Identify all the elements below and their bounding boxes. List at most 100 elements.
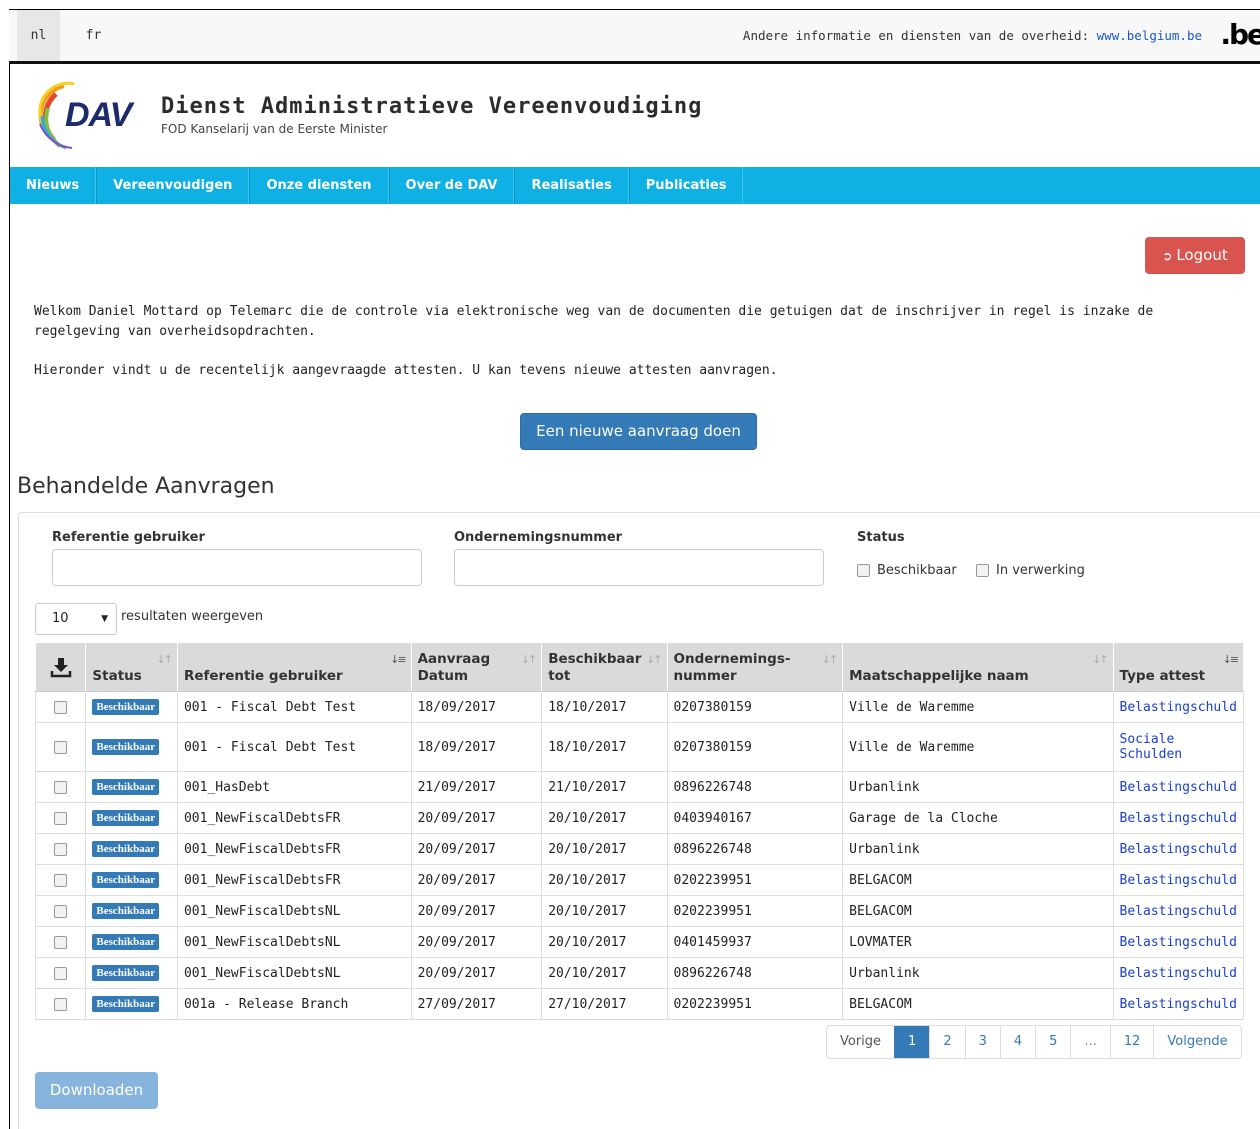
row-select-cell: [34, 833, 87, 865]
datum-cell: 20/09/2017: [410, 957, 543, 989]
table-row: Beschikbaar 001a - Release Branch 27/09/20…: [34, 988, 1245, 1020]
page-next[interactable]: Volgende: [1153, 1026, 1240, 1058]
requests-table: Status ↓↑ Referentie gebruiker ↓≡ Aanvraag…: [34, 642, 1245, 1020]
tot-cell: 21/10/2017: [541, 771, 668, 803]
site-subtitle: FOD Kanselarij van de Eerste Minister: [161, 122, 388, 136]
verwerking-checkbox[interactable]: [976, 564, 989, 577]
nav-realisaties[interactable]: Realisaties: [514, 167, 629, 204]
row-checkbox[interactable]: [54, 740, 68, 754]
datum-cell: 18/09/2017: [410, 691, 543, 723]
table-row: Beschikbaar 001_NewFiscalDebtsFR 20/09/201…: [34, 802, 1245, 834]
col-tot[interactable]: Beschikbaar tot ↓↑: [541, 642, 668, 692]
ref-filter-input[interactable]: [52, 549, 422, 586]
ond-filter-input[interactable]: [454, 549, 824, 586]
tot-cell: 20/10/2017: [541, 833, 668, 865]
col-status[interactable]: Status ↓↑: [85, 642, 178, 692]
site-title: Dienst Administratieve Vereenvoudiging: [161, 94, 703, 119]
type-attest-link[interactable]: Belastingschuld: [1120, 935, 1237, 950]
type-attest-link[interactable]: Belastingschuld: [1120, 873, 1237, 888]
datum-cell: 20/09/2017: [410, 926, 543, 958]
type-attest-link[interactable]: Belastingschuld: [1120, 700, 1237, 715]
row-checkbox[interactable]: [54, 700, 68, 714]
sort-icon: ↓↑: [646, 653, 663, 666]
page-3[interactable]: 3: [964, 1026, 1000, 1058]
logout-button[interactable]: ➲ Logout: [1145, 237, 1245, 274]
row-select-cell: [34, 691, 87, 723]
page-12[interactable]: 12: [1109, 1026, 1154, 1058]
nummer-cell: 0896226748: [666, 833, 844, 865]
page-5[interactable]: 5: [1035, 1026, 1070, 1058]
status-badge: Beschikbaar: [92, 934, 160, 950]
tot-cell: 20/10/2017: [541, 957, 668, 989]
row-select-cell: [34, 864, 87, 896]
row-select-cell: [34, 895, 87, 927]
type-cell: Belastingschuld: [1112, 864, 1245, 896]
ref-cell: 001_NewFiscalDebtsNL: [176, 957, 412, 989]
nav-vereenvoudigen[interactable]: Vereenvoudigen: [96, 167, 250, 204]
row-checkbox[interactable]: [54, 935, 68, 949]
row-checkbox[interactable]: [54, 966, 68, 980]
ref-cell: 001_NewFiscalDebtsFR: [176, 802, 412, 834]
status-beschikbaar-option[interactable]: Beschikbaar: [857, 563, 957, 578]
nav-publicaties[interactable]: Publicaties: [628, 167, 744, 204]
type-attest-link[interactable]: Belastingschuld: [1120, 997, 1237, 1012]
page-prev[interactable]: Vorige: [827, 1026, 894, 1058]
type-attest-link[interactable]: Sociale Schulden: [1120, 732, 1183, 762]
row-checkbox[interactable]: [54, 873, 68, 887]
row-checkbox[interactable]: [54, 904, 68, 918]
belgium-link[interactable]: www.belgium.be: [1097, 28, 1202, 43]
page-length-select[interactable]: 10 ▼: [35, 603, 117, 635]
nav-nieuws[interactable]: Nieuws: [10, 167, 97, 204]
status-filter-label: Status: [857, 530, 905, 545]
tot-cell: 20/10/2017: [541, 926, 668, 958]
row-checkbox[interactable]: [54, 780, 68, 794]
col-ref[interactable]: Referentie gebruiker ↓≡: [176, 642, 412, 692]
table-row: Beschikbaar 001_NewFiscalDebtsFR 20/09/201…: [34, 864, 1245, 896]
datum-cell: 20/09/2017: [410, 833, 543, 865]
page-4[interactable]: 4: [999, 1026, 1035, 1058]
col-type[interactable]: Type attest ↓≡: [1112, 642, 1245, 692]
row-checkbox[interactable]: [54, 811, 68, 825]
col-nummer[interactable]: Ondernemings- nummer ↓↑: [666, 642, 844, 692]
tot-cell: 20/10/2017: [541, 895, 668, 927]
belgium-logo[interactable]: .be: [1220, 20, 1260, 50]
table-row: Beschikbaar 001_NewFiscalDebtsNL 20/09/201…: [34, 895, 1245, 927]
status-cell: Beschikbaar: [85, 771, 178, 803]
lang-fr[interactable]: fr: [71, 10, 116, 61]
page-1[interactable]: 1: [894, 1026, 930, 1058]
col-ref-label: Referentie gebruiker: [183, 668, 343, 684]
page-2[interactable]: 2: [929, 1026, 964, 1058]
download-all-header[interactable]: [34, 642, 87, 692]
type-attest-link[interactable]: Belastingschuld: [1120, 780, 1237, 795]
naam-cell: Urbanlink: [842, 833, 1114, 865]
type-attest-link[interactable]: Belastingschuld: [1120, 842, 1237, 857]
status-verwerking-option[interactable]: In verwerking: [976, 563, 1085, 578]
nav-over-de-dav[interactable]: Over de DAV: [388, 167, 515, 204]
ref-cell: 001_NewFiscalDebtsNL: [176, 926, 412, 958]
type-cell: Belastingschuld: [1112, 957, 1245, 989]
tot-cell: 20/10/2017: [541, 864, 668, 896]
datum-cell: 18/09/2017: [410, 722, 543, 772]
beschikbaar-label: Beschikbaar: [877, 563, 957, 578]
type-attest-link[interactable]: Belastingschuld: [1120, 966, 1237, 981]
type-cell: Sociale Schulden: [1112, 722, 1245, 772]
col-datum[interactable]: Aanvraag Datum ↓↑: [410, 642, 543, 692]
nav-onze-diensten[interactable]: Onze diensten: [249, 167, 389, 204]
type-attest-link[interactable]: Belastingschuld: [1120, 904, 1237, 919]
row-checkbox[interactable]: [54, 997, 68, 1011]
type-attest-link[interactable]: Belastingschuld: [1120, 811, 1237, 826]
lang-nl[interactable]: nl: [17, 10, 60, 61]
sort-icon: ↓≡: [390, 653, 407, 666]
nummer-cell: 0207380159: [666, 722, 844, 772]
status-badge: Beschikbaar: [92, 872, 160, 888]
naam-cell: BELGACOM: [842, 864, 1114, 896]
beschikbaar-checkbox[interactable]: [857, 564, 870, 577]
col-naam[interactable]: Maatschappelijke naam ↓↑: [842, 642, 1114, 692]
row-select-cell: [34, 957, 87, 989]
type-cell: Belastingschuld: [1112, 771, 1245, 803]
download-button[interactable]: Downloaden: [35, 1072, 158, 1109]
new-request-button[interactable]: Een nieuwe aanvraag doen: [520, 413, 757, 450]
row-checkbox[interactable]: [54, 842, 68, 856]
verwerking-label: In verwerking: [996, 563, 1085, 578]
sort-icon: ↓↑: [821, 653, 839, 666]
